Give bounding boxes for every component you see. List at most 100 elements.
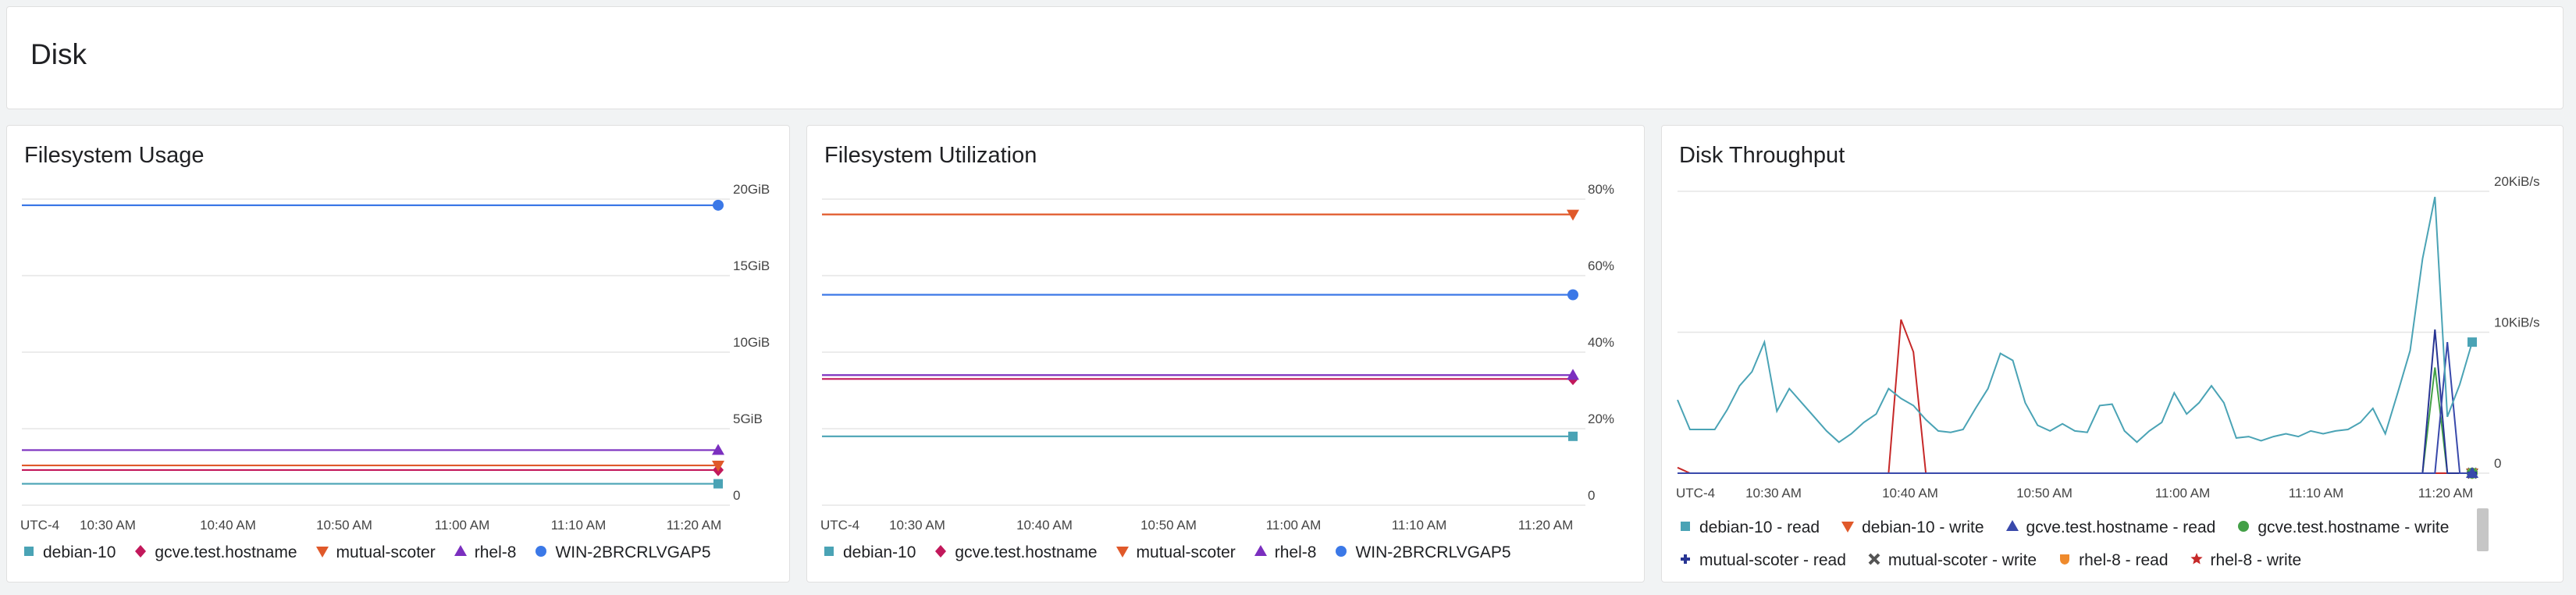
x-axis: UTC-4 10:30 AM 10:40 AM 10:50 AM 11:00 AM 11:… bbox=[820, 518, 1573, 533]
y-tick-label: 20KiB/s bbox=[2494, 174, 2540, 189]
triangle-up-icon bbox=[454, 545, 467, 556]
legend-label: WIN-2BRCRLVGAP5 bbox=[555, 543, 711, 561]
disk-throughput-chart[interactable]: 0 10KiB/s 20KiB/s UTC-4 10:30 AM 10:40 AM 10:5… bbox=[1662, 126, 2564, 508]
cross-icon-shape bbox=[1681, 554, 1690, 564]
series-line[interactable] bbox=[1678, 329, 2472, 474]
legend-label: mutual-scoter bbox=[1136, 543, 1236, 561]
diamond-icon bbox=[135, 545, 147, 558]
legend-scrollbar[interactable] bbox=[2477, 508, 2489, 551]
x-tick-label: 10:30 AM bbox=[80, 518, 136, 533]
series-rhel-8[interactable] bbox=[22, 444, 724, 455]
legend-label: gcve.test.hostname bbox=[955, 543, 1098, 561]
series-gcve-test-hostname-write[interactable] bbox=[1678, 367, 2478, 479]
legend-item[interactable]: mutual-scoter - write bbox=[1866, 544, 2037, 577]
legend-label: debian-10 - write bbox=[1862, 518, 1984, 536]
square-icon bbox=[24, 547, 34, 556]
series-debian-10[interactable] bbox=[22, 479, 723, 489]
legend-item[interactable]: WIN-2BRCRLVGAP5 bbox=[1333, 543, 1511, 562]
triangle-down-icon bbox=[1115, 547, 1129, 558]
circle-icon bbox=[2238, 521, 2250, 532]
legend-item[interactable]: debian-10 bbox=[821, 543, 916, 562]
legend-item[interactable]: rhel-8 bbox=[1253, 543, 1317, 562]
series-gcve-test-hostname-read[interactable] bbox=[1678, 342, 2478, 478]
x-tick-label: 10:40 AM bbox=[200, 518, 256, 533]
x-axis: UTC-4 10:30 AM 10:40 AM 10:50 AM 11:00 AM 11:… bbox=[1676, 486, 2473, 501]
legend-item[interactable]: debian-10 bbox=[21, 543, 116, 562]
series-debian-10[interactable] bbox=[822, 431, 1578, 441]
legend-item[interactable]: rhel-8 - read bbox=[2057, 544, 2169, 577]
series-debian-10-read[interactable] bbox=[1677, 197, 2477, 444]
filesystem-utilization-chart[interactable]: 0 20% 40% 60% 80% UTC-4 10:30 AM 10:40 AM 10:50 … bbox=[807, 126, 1646, 540]
triangle-up-icon bbox=[1254, 545, 1267, 556]
triangle-down-icon bbox=[1841, 522, 1855, 533]
legend-item[interactable]: WIN-2BRCRLVGAP5 bbox=[533, 543, 711, 562]
circle-icon bbox=[535, 546, 547, 557]
legend-item[interactable]: gcve.test.hostname bbox=[133, 543, 297, 562]
filesystem-utilization-card[interactable]: Filesystem Utilization 0 20% 40% 60% 80% UTC-… bbox=[806, 125, 1645, 583]
x-tick-label: 10:30 AM bbox=[1745, 486, 1802, 501]
legend-item[interactable]: mutual-scoter - read bbox=[1678, 544, 1846, 577]
legend-label: gcve.test.hostname - read bbox=[2026, 518, 2216, 536]
x-tick-label: 10:50 AM bbox=[2016, 486, 2073, 501]
y-tick-label: 60% bbox=[1588, 258, 1614, 273]
series-win-2brcrlvgap5[interactable] bbox=[22, 199, 724, 211]
y-tick-label: 20% bbox=[1588, 412, 1614, 426]
square-icon-shape bbox=[24, 547, 34, 556]
diamond-icon-shape bbox=[935, 545, 947, 558]
series-mutual-scoter[interactable] bbox=[822, 209, 1579, 221]
x-axis-timezone: UTC-4 bbox=[20, 518, 59, 533]
y-tick-label: 5GiB bbox=[733, 412, 763, 426]
cross-icon bbox=[1681, 554, 1690, 564]
x-tick-label: 11:10 AM bbox=[1392, 518, 1447, 533]
legend-item[interactable]: mutual-scoter bbox=[315, 543, 436, 562]
legend-label: gcve.test.hostname bbox=[155, 543, 297, 561]
series-end-marker bbox=[1568, 431, 1578, 441]
circle-icon-shape bbox=[1336, 546, 1347, 557]
circle-icon bbox=[1336, 546, 1347, 557]
y-tick-label: 15GiB bbox=[733, 258, 770, 273]
x-tick-label: 11:10 AM bbox=[2289, 486, 2344, 501]
disk-throughput-card[interactable]: Disk Throughput 0 10KiB/s 20KiB/s UTC-4 10:3… bbox=[1661, 125, 2564, 583]
x-tick-label: 11:00 AM bbox=[435, 518, 490, 533]
page-header: Disk bbox=[6, 6, 2564, 109]
legend-label: WIN-2BRCRLVGAP5 bbox=[1355, 543, 1511, 561]
x-tick-label: 11:20 AM bbox=[2418, 486, 2474, 501]
triangle-down-icon bbox=[315, 547, 329, 558]
y-tick-label: 80% bbox=[1588, 182, 1614, 197]
series-mutual-scoter-read[interactable] bbox=[1678, 329, 2477, 478]
series-line[interactable] bbox=[1678, 367, 2472, 474]
y-axis: 0 10KiB/s 20KiB/s bbox=[1678, 174, 2540, 474]
x-axis: UTC-4 10:30 AM 10:40 AM 10:50 AM 11:00 AM 11:… bbox=[20, 518, 721, 533]
legend-label: debian-10 bbox=[843, 543, 916, 561]
x-tick-label: 11:20 AM bbox=[667, 518, 722, 533]
y-axis: 0 5GiB 10GiB 15GiB 20GiB bbox=[22, 182, 770, 506]
legend-label: rhel-8 bbox=[1274, 543, 1317, 561]
y-tick-label: 20GiB bbox=[733, 182, 770, 197]
legend-item[interactable]: debian-10 - read bbox=[1678, 511, 1820, 544]
filesystem-usage-chart[interactable]: 0 5GiB 10GiB 15GiB 20GiB UTC-4 10:30 AM 10:40 A… bbox=[7, 126, 791, 540]
x-tick-label: 11:20 AM bbox=[1518, 518, 1574, 533]
legend-item[interactable]: rhel-8 bbox=[453, 543, 516, 562]
x-tick-label: 10:40 AM bbox=[1882, 486, 1938, 501]
legend-item[interactable]: gcve.test.hostname - write bbox=[2236, 511, 2449, 544]
y-tick-label: 10KiB/s bbox=[2494, 315, 2540, 330]
y-tick-label: 0 bbox=[2494, 456, 2501, 471]
legend-item[interactable]: debian-10 - write bbox=[1840, 511, 1984, 544]
legend-item[interactable]: gcve.test.hostname - read bbox=[2005, 511, 2216, 544]
legend-item[interactable]: mutual-scoter bbox=[1115, 543, 1236, 562]
square-icon-shape bbox=[824, 547, 834, 556]
series-win-2brcrlvgap5[interactable] bbox=[822, 289, 1578, 301]
page-title: Disk bbox=[30, 38, 87, 70]
series-end-marker bbox=[2467, 337, 2477, 347]
x-tick-label: 11:10 AM bbox=[551, 518, 607, 533]
legend-item[interactable]: gcve.test.hostname bbox=[933, 543, 1098, 562]
filesystem-usage-card[interactable]: Filesystem Usage 0 5GiB 10GiB 15GiB 20GiB UTC… bbox=[6, 125, 790, 583]
legend-item[interactable]: rhel-8 - write bbox=[2189, 544, 2301, 577]
series-line[interactable] bbox=[1678, 342, 2472, 474]
legend-label: mutual-scoter bbox=[336, 543, 436, 561]
star-icon bbox=[2190, 553, 2203, 565]
series-end-marker bbox=[713, 479, 723, 489]
x-axis-timezone: UTC-4 bbox=[820, 518, 859, 533]
series-line[interactable] bbox=[1677, 197, 2473, 444]
chart-legend: debian-10 - read debian-10 - write gcve.te… bbox=[1678, 511, 2474, 577]
